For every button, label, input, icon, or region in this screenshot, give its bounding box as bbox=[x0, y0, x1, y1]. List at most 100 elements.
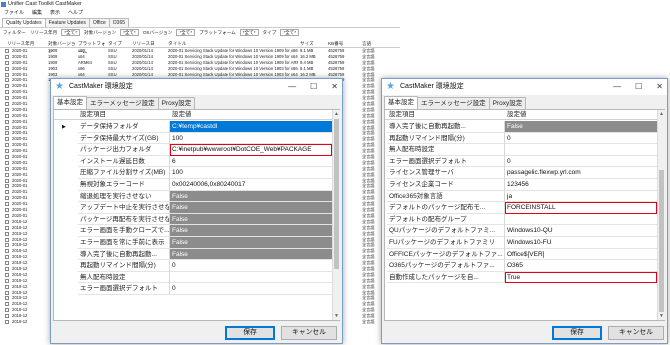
row-checkbox[interactable] bbox=[5, 178, 9, 183]
tab-o365[interactable]: O365 bbox=[108, 18, 130, 27]
setting-value-field[interactable] bbox=[505, 213, 657, 226]
settings-row[interactable]: FUパッケージのデフォルトファミリ Windows10-FU bbox=[385, 237, 657, 249]
setting-value-field[interactable] bbox=[170, 271, 332, 284]
column-header[interactable]: リリース日 bbox=[132, 40, 168, 48]
filter-select[interactable]: *全て* bbox=[239, 29, 259, 36]
settings-row[interactable]: 自動作成したパッケージを自... True bbox=[385, 271, 657, 284]
row-checkbox[interactable] bbox=[5, 125, 9, 130]
minimize-icon[interactable]: — bbox=[613, 79, 621, 95]
setting-value-field[interactable]: Office$[VER] bbox=[505, 248, 657, 261]
row-checkbox[interactable] bbox=[5, 78, 9, 83]
settings-row[interactable]: 圧縮ファイル分割サイズ(MB) 100 bbox=[54, 167, 332, 179]
row-checkbox[interactable] bbox=[5, 107, 9, 112]
row-checkbox[interactable] bbox=[5, 243, 9, 248]
setting-value-field[interactable] bbox=[505, 144, 657, 156]
row-checkbox[interactable] bbox=[5, 131, 9, 136]
row-checkbox[interactable] bbox=[5, 49, 9, 53]
column-header[interactable]: リリース年月 bbox=[7, 40, 47, 48]
row-checkbox[interactable] bbox=[5, 213, 9, 218]
tab-basic-settings[interactable]: 基本設定 bbox=[384, 96, 418, 109]
filter-select[interactable]: *全て* bbox=[176, 29, 196, 36]
row-checkbox[interactable] bbox=[5, 155, 9, 160]
row-checkbox[interactable] bbox=[5, 208, 9, 213]
settings-row[interactable]: 無人配布時設定 bbox=[54, 271, 332, 284]
settings-row[interactable]: 無人配布時設定 bbox=[385, 144, 657, 156]
row-checkbox[interactable] bbox=[5, 102, 9, 107]
setting-value-field[interactable]: 0 bbox=[505, 132, 657, 145]
setting-value-field[interactable]: False bbox=[170, 248, 332, 261]
scroll-up-icon[interactable]: ▲ bbox=[333, 110, 340, 118]
setting-value-field[interactable]: False bbox=[505, 121, 657, 133]
vertical-scrollbar[interactable]: ▲ ▼ bbox=[332, 110, 340, 320]
settings-row[interactable]: エラー画面選択デフォルト 0 bbox=[54, 283, 332, 295]
column-header[interactable]: タイプ bbox=[108, 40, 132, 48]
setting-value-field[interactable]: O365 bbox=[505, 260, 657, 272]
row-checkbox[interactable] bbox=[5, 249, 9, 254]
setting-value-field[interactable]: C:¥temp¥castdl bbox=[170, 121, 332, 133]
settings-row[interactable]: パッケージ再配布を実行させな... False bbox=[54, 213, 332, 226]
row-checkbox[interactable] bbox=[5, 272, 9, 277]
tab-feature-updates[interactable]: Feature Updates bbox=[44, 18, 90, 27]
settings-row[interactable]: パッケージ出力フォルダ C:¥inetpub¥wwwroot¥DotCOE_Web… bbox=[54, 144, 332, 156]
close-icon[interactable]: ✕ bbox=[331, 79, 338, 95]
filter-select[interactable]: *全て* bbox=[61, 29, 80, 36]
row-checkbox[interactable] bbox=[5, 196, 9, 201]
settings-row[interactable]: 無視対象エラーコード 0x00240006,0x80240017 bbox=[54, 179, 332, 191]
column-header[interactable]: 言語 bbox=[362, 40, 392, 48]
row-checkbox[interactable] bbox=[5, 84, 9, 89]
tab-basic-settings[interactable]: 基本設定 bbox=[53, 96, 87, 109]
row-checkbox[interactable] bbox=[5, 231, 9, 236]
setting-value-field[interactable]: C:¥inetpub¥wwwroot¥DotCOE_Web¥PACKAGE bbox=[170, 144, 332, 156]
setting-value-field[interactable]: passagelic.flexwp.yrl.com bbox=[505, 167, 657, 179]
row-checkbox[interactable] bbox=[5, 278, 9, 283]
scroll-down-icon[interactable]: ▼ bbox=[658, 312, 665, 320]
row-checkbox[interactable] bbox=[5, 261, 9, 266]
tab-error-message-settings[interactable]: エラーメッセージ設定 bbox=[86, 97, 159, 109]
row-checkbox[interactable] bbox=[5, 60, 9, 65]
row-checkbox[interactable] bbox=[5, 184, 9, 189]
column-header[interactable]: サイズ bbox=[300, 40, 328, 48]
row-checkbox[interactable] bbox=[5, 308, 9, 313]
row-checkbox[interactable] bbox=[5, 143, 9, 148]
row-checkbox[interactable] bbox=[5, 172, 9, 177]
setting-value-field[interactable]: False bbox=[170, 202, 332, 214]
setting-value-field[interactable]: Windows10-FU bbox=[505, 237, 657, 249]
row-checkbox[interactable] bbox=[5, 113, 9, 118]
row-checkbox[interactable] bbox=[5, 302, 9, 307]
row-checkbox[interactable] bbox=[5, 219, 9, 224]
setting-value-field[interactable]: False bbox=[170, 190, 332, 203]
save-button[interactable]: 保存 bbox=[225, 326, 275, 340]
settings-row[interactable]: 再起動リマインド間隔(分) 0 bbox=[385, 132, 657, 145]
settings-row[interactable]: データ保持フォルダ C:¥temp¥castdl bbox=[54, 121, 332, 133]
row-checkbox[interactable] bbox=[5, 119, 9, 124]
scroll-up-icon[interactable]: ▲ bbox=[658, 110, 665, 118]
settings-row[interactable]: O365パッケージのデフォルトファ... O365 bbox=[385, 260, 657, 272]
setting-value-field[interactable]: 123456 bbox=[505, 179, 657, 191]
row-checkbox[interactable] bbox=[5, 160, 9, 165]
tab-proxy-settings[interactable]: Proxy設定 bbox=[157, 97, 196, 109]
tab-error-message-settings[interactable]: エラーメッセージ設定 bbox=[417, 97, 490, 109]
row-checkbox[interactable] bbox=[5, 190, 9, 195]
settings-row[interactable]: エラー画面を常に手前に表示 False bbox=[54, 237, 332, 249]
save-button[interactable]: 保存 bbox=[552, 326, 602, 340]
close-icon[interactable]: ✕ bbox=[656, 79, 663, 95]
row-checkbox[interactable] bbox=[5, 149, 9, 154]
settings-row[interactable]: ライセンス企業コード 123456 bbox=[385, 179, 657, 191]
tab-quality-updates[interactable]: Quality Updates bbox=[2, 18, 46, 27]
filter-select[interactable]: *全て* bbox=[280, 29, 300, 36]
settings-row[interactable]: インストール遅延日数 6 bbox=[54, 155, 332, 168]
settings-row[interactable]: デフォルトのパッケージ配布モ... FORCEINSTALL bbox=[385, 202, 657, 214]
row-checkbox[interactable] bbox=[5, 296, 9, 301]
menu-item-help[interactable]: ヘルプ bbox=[68, 9, 83, 17]
filter-select[interactable]: *全て* bbox=[120, 29, 139, 36]
setting-value-field[interactable]: 100 bbox=[170, 132, 332, 145]
settings-row[interactable]: 再起動リマインド間隔(分) 0 bbox=[54, 260, 332, 272]
settings-row[interactable]: アップデート中止を実行させな... False bbox=[54, 202, 332, 214]
row-checkbox[interactable] bbox=[5, 255, 9, 260]
settings-row[interactable]: 縮退処理を実行させない False bbox=[54, 190, 332, 203]
settings-row[interactable]: デフォルトの配布グループ bbox=[385, 213, 657, 226]
settings-row[interactable]: 導入完了後に自動再起動... False bbox=[54, 248, 332, 261]
menu-item-view[interactable]: 表示 bbox=[50, 9, 60, 17]
settings-row[interactable]: Office365対象言語 ja bbox=[385, 190, 657, 203]
setting-value-field[interactable]: 0 bbox=[170, 283, 332, 295]
